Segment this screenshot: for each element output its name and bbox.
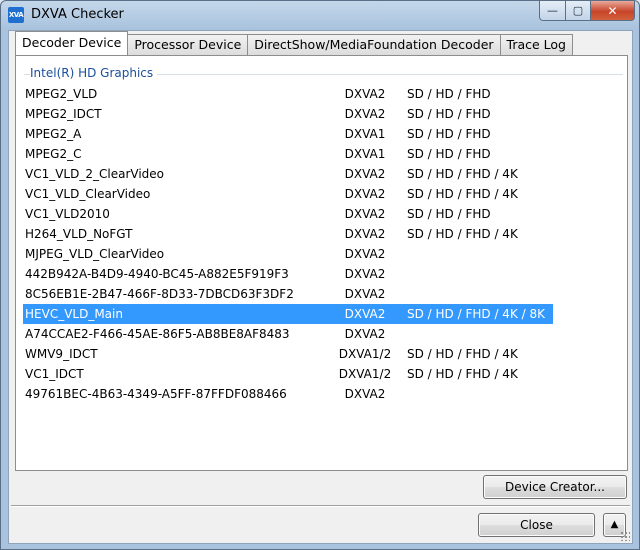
close-window-button[interactable]: ✕ xyxy=(591,1,635,21)
caption-buttons: — ▢ ✕ xyxy=(539,1,635,21)
decoder-api: DXVA2 xyxy=(344,107,386,121)
decoder-resolutions: SD / HD / FHD / 4K / 8K xyxy=(407,307,545,321)
decoder-row[interactable]: MPEG2_A DXVA1 SD / HD / FHD xyxy=(25,124,625,144)
decoder-name: VC1_VLD_ClearVideo xyxy=(25,187,151,201)
decoder-name: 442B942A-B4D9-4940-BC45-A882E5F919F3 xyxy=(25,267,289,281)
decoder-resolutions: SD / HD / FHD xyxy=(407,207,491,221)
decoder-api: DXVA1/2 xyxy=(338,347,392,361)
decoder-name: 49761BEC-4B63-4349-A5FF-87FFDF088466 xyxy=(25,387,287,401)
tab-strip: Decoder Device Processor Device DirectSh… xyxy=(13,31,573,55)
decoder-name: MJPEG_VLD_ClearVideo xyxy=(25,247,165,261)
decoder-row[interactable]: MJPEG_VLD_ClearVideo DXVA2 xyxy=(25,244,625,264)
decoder-list[interactable]: MPEG2_VLD DXVA2 SD / HD / FHD MPEG2_IDCT DXV… xyxy=(23,84,625,404)
decoder-api: DXVA2 xyxy=(344,87,386,101)
adapter-group-title: Intel(R) HD Graphics xyxy=(30,66,158,80)
decoder-resolutions: SD / HD / FHD / 4K xyxy=(407,187,518,201)
decoder-name: VC1_IDCT xyxy=(25,367,84,381)
decoder-resolutions: SD / HD / FHD / 4K xyxy=(407,367,518,381)
decoder-row[interactable]: MPEG2_IDCT DXVA2 SD / HD / FHD xyxy=(25,104,625,124)
maximize-button[interactable]: ▢ xyxy=(566,1,591,21)
decoder-row[interactable]: VC1_VLD2010 DXVA2 SD / HD / FHD xyxy=(25,204,625,224)
footer-separator xyxy=(11,505,630,507)
decoder-row[interactable]: VC1_VLD_ClearVideo DXVA2 SD / HD / FHD / 4… xyxy=(25,184,625,204)
close-button[interactable]: Close xyxy=(478,513,595,537)
decoder-name: MPEG2_IDCT xyxy=(25,107,102,121)
resize-grip-icon[interactable] xyxy=(620,531,630,541)
decoder-api: DXVA2 xyxy=(344,227,386,241)
decoder-row[interactable]: H264_VLD_NoFGT DXVA2 SD / HD / FHD / 4K xyxy=(25,224,625,244)
decoder-api: DXVA2 xyxy=(344,267,386,281)
decoder-api: DXVA2 xyxy=(344,247,386,261)
decoder-row[interactable]: MPEG2_C DXVA1 SD / HD / FHD xyxy=(25,144,625,164)
decoder-api: DXVA2 xyxy=(344,207,386,221)
tab-directshow-mediafoundation-decoder[interactable]: DirectShow/MediaFoundation Decoder xyxy=(247,34,501,55)
decoder-name: MPEG2_C xyxy=(25,147,82,161)
decoder-row[interactable]: MPEG2_VLD DXVA2 SD / HD / FHD xyxy=(25,84,625,104)
tab-decoder-device[interactable]: Decoder Device xyxy=(15,31,129,55)
decoder-name: 8C56EB1E-2B47-466F-8D33-7DBCD63F3DF2 xyxy=(25,287,294,301)
decoder-api: DXVA1 xyxy=(344,127,386,141)
decoder-name: MPEG2_A xyxy=(25,127,82,141)
decoder-api: DXVA1/2 xyxy=(338,367,392,381)
decoder-row[interactable]: VC1_VLD_2_ClearVideo DXVA2 SD / HD / FHD /… xyxy=(25,164,625,184)
decoder-resolutions: SD / HD / FHD / 4K xyxy=(407,227,518,241)
client-area: Decoder Device Processor Device DirectSh… xyxy=(8,30,633,544)
decoder-row[interactable]: 8C56EB1E-2B47-466F-8D33-7DBCD63F3DF2 DXVA… xyxy=(25,284,625,304)
decoder-api: DXVA2 xyxy=(344,387,386,401)
decoder-device-panel: Intel(R) HD Graphics MPEG2_VLD DXVA2 SD / … xyxy=(15,55,628,471)
decoder-resolutions: SD / HD / FHD xyxy=(407,127,491,141)
minimize-button[interactable]: — xyxy=(539,1,566,21)
decoder-resolutions: SD / HD / FHD / 4K xyxy=(407,167,518,181)
decoder-name: MPEG2_VLD xyxy=(25,87,98,101)
decoder-api: DXVA2 xyxy=(344,287,386,301)
decoder-name: H264_VLD_NoFGT xyxy=(25,227,133,241)
decoder-api: DXVA2 xyxy=(344,307,386,321)
decoder-resolutions: SD / HD / FHD xyxy=(407,147,491,161)
decoder-api: DXVA2 xyxy=(344,187,386,201)
decoder-api: DXVA1 xyxy=(344,147,386,161)
decoder-row[interactable]: A74CCAE2-F466-45AE-86F5-AB8BE8AF8483 DXVA… xyxy=(25,324,625,344)
decoder-resolutions: SD / HD / FHD xyxy=(407,87,491,101)
decoder-api: DXVA2 xyxy=(344,167,386,181)
title-bar[interactable]: XVA DXVA Checker — ▢ ✕ xyxy=(1,1,639,29)
decoder-resolutions: SD / HD / FHD / 4K xyxy=(407,347,518,361)
dxva-app-icon: XVA xyxy=(8,7,24,23)
device-creator-button[interactable]: Device Creator... xyxy=(483,475,627,499)
decoder-row[interactable]: WMV9_IDCT DXVA1/2 SD / HD / FHD / 4K xyxy=(25,344,625,364)
decoder-resolutions: SD / HD / FHD xyxy=(407,107,491,121)
decoder-name: A74CCAE2-F466-45AE-86F5-AB8BE8AF8483 xyxy=(25,327,290,341)
window-title: DXVA Checker xyxy=(31,7,124,22)
decoder-api: DXVA2 xyxy=(344,327,386,341)
decoder-row[interactable]: VC1_IDCT DXVA1/2 SD / HD / FHD / 4K xyxy=(25,364,625,384)
decoder-row[interactable]: HEVC_VLD_Main DXVA2 SD / HD / FHD / 4K / 8… xyxy=(23,304,553,324)
decoder-name: WMV9_IDCT xyxy=(25,347,98,361)
decoder-name: VC1_VLD_2_ClearVideo xyxy=(25,167,164,181)
decoder-name: VC1_VLD2010 xyxy=(25,207,110,221)
decoder-name: HEVC_VLD_Main xyxy=(25,307,123,321)
tab-trace-log[interactable]: Trace Log xyxy=(499,34,573,55)
app-window: XVA DXVA Checker — ▢ ✕ Decoder Device Pr… xyxy=(0,0,640,550)
decoder-row[interactable]: 442B942A-B4D9-4940-BC45-A882E5F919F3 DXVA… xyxy=(25,264,625,284)
tab-processor-device[interactable]: Processor Device xyxy=(127,34,249,55)
decoder-row[interactable]: 49761BEC-4B63-4349-A5FF-87FFDF088466 DXVA… xyxy=(25,384,625,404)
